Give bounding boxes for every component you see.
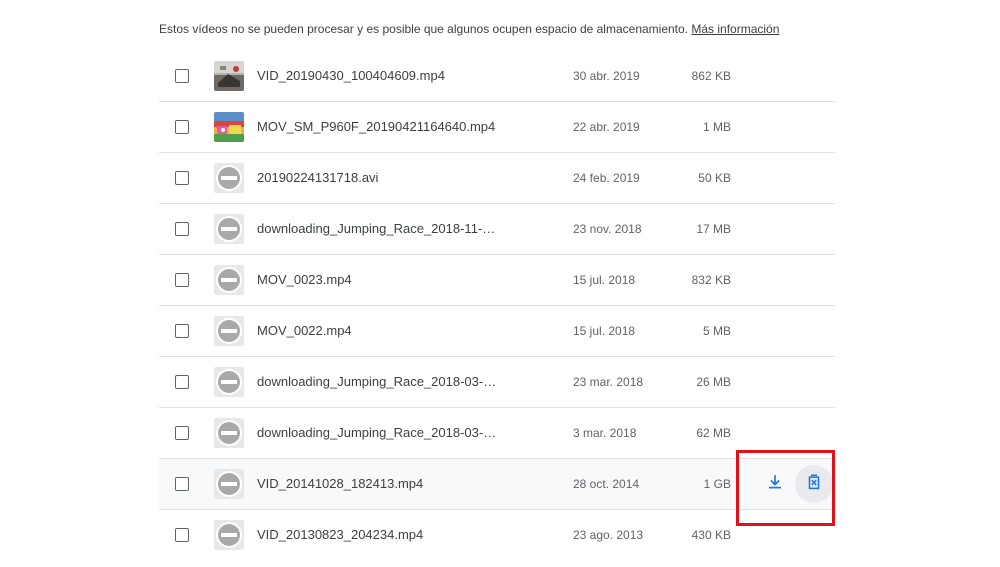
unavailable-video-icon	[214, 214, 244, 244]
file-row[interactable]: VID_20130823_204234.mp4 23 ago. 2013 430 K…	[159, 510, 835, 561]
file-row[interactable]: 20190224131718.avi 24 feb. 2019 50 KB	[159, 153, 835, 204]
row-checkbox[interactable]	[175, 120, 189, 134]
file-date: 30 abr. 2019	[573, 69, 640, 83]
unprocessed-videos-page: Estos vídeos no se pueden procesar y es …	[0, 0, 1000, 567]
file-date: 28 oct. 2014	[573, 477, 640, 491]
file-name: 20190224131718.avi	[257, 170, 379, 185]
notice-message: Estos vídeos no se pueden procesar y es …	[159, 22, 779, 36]
unavailable-video-icon	[214, 316, 244, 346]
file-date: 15 jul. 2018	[573, 324, 636, 338]
file-row[interactable]: MOV_0023.mp4 15 jul. 2018 832 KB	[159, 255, 835, 306]
learn-more-link[interactable]: Más información	[691, 22, 779, 36]
file-list: VID_20190430_100404609.mp4 30 abr. 2019 86…	[159, 51, 835, 561]
row-checkbox[interactable]	[175, 273, 189, 287]
download-button[interactable]	[756, 465, 794, 503]
row-checkbox[interactable]	[175, 477, 189, 491]
row-checkbox[interactable]	[175, 69, 189, 83]
row-checkbox[interactable]	[175, 426, 189, 440]
file-name: VID_20130823_204234.mp4	[257, 527, 424, 542]
download-icon	[766, 473, 784, 496]
delete-icon	[805, 473, 823, 496]
delete-button[interactable]	[795, 465, 833, 503]
file-date: 15 jul. 2018	[573, 273, 636, 287]
file-size: 832 KB	[691, 273, 731, 287]
row-checkbox[interactable]	[175, 222, 189, 236]
file-row[interactable]: MOV_SM_P960F_20190421164640.mp4 22 abr. 2…	[159, 102, 835, 153]
file-date: 22 abr. 2019	[573, 120, 640, 134]
file-date: 3 mar. 2018	[573, 426, 637, 440]
unavailable-video-icon	[214, 163, 244, 193]
file-row[interactable]: downloading_Jumping_Race_2018-03-… 3 mar.…	[159, 408, 835, 459]
video-thumbnail	[214, 61, 244, 91]
file-size: 26 MB	[696, 375, 731, 389]
file-row[interactable]: downloading_Jumping_Race_2018-03-… 23 mar…	[159, 357, 835, 408]
file-row[interactable]: VID_20190430_100404609.mp4 30 abr. 2019 86…	[159, 51, 835, 102]
unavailable-video-icon	[214, 367, 244, 397]
file-name: VID_20190430_100404609.mp4	[257, 68, 445, 83]
row-checkbox[interactable]	[175, 324, 189, 338]
row-checkbox[interactable]	[175, 375, 189, 389]
unavailable-video-icon	[214, 469, 244, 499]
file-name: VID_20141028_182413.mp4	[257, 476, 424, 491]
unavailable-video-icon	[214, 520, 244, 550]
unavailable-video-icon	[214, 418, 244, 448]
file-size: 50 KB	[698, 171, 731, 185]
file-date: 23 ago. 2013	[573, 528, 644, 542]
file-name: downloading_Jumping_Race_2018-11-…	[257, 221, 496, 236]
file-row[interactable]: downloading_Jumping_Race_2018-11-… 23 nov…	[159, 204, 835, 255]
file-name: MOV_0023.mp4	[257, 272, 352, 287]
row-checkbox[interactable]	[175, 528, 189, 542]
file-size: 62 MB	[696, 426, 731, 440]
file-size: 17 MB	[696, 222, 731, 236]
file-date: 23 mar. 2018	[573, 375, 644, 389]
file-name: MOV_0022.mp4	[257, 323, 352, 338]
file-name: downloading_Jumping_Race_2018-03-…	[257, 374, 497, 389]
row-checkbox[interactable]	[175, 171, 189, 185]
file-size: 1 MB	[702, 120, 731, 134]
file-name: MOV_SM_P960F_20190421164640.mp4	[257, 119, 496, 134]
file-date: 24 feb. 2019	[573, 171, 640, 185]
unavailable-video-icon	[214, 265, 244, 295]
file-size: 1 GB	[703, 477, 731, 491]
file-row[interactable]: VID_20141028_182413.mp4 28 oct. 2014 1 GB	[159, 459, 835, 510]
file-name: downloading_Jumping_Race_2018-03-…	[257, 425, 497, 440]
file-size: 862 KB	[691, 69, 731, 83]
notice-text: Estos vídeos no se pueden procesar y es …	[159, 22, 689, 36]
file-row[interactable]: MOV_0022.mp4 15 jul. 2018 5 MB	[159, 306, 835, 357]
file-date: 23 nov. 2018	[573, 222, 642, 236]
video-thumbnail	[214, 112, 244, 142]
file-size: 430 KB	[691, 528, 731, 542]
file-size: 5 MB	[702, 324, 731, 338]
